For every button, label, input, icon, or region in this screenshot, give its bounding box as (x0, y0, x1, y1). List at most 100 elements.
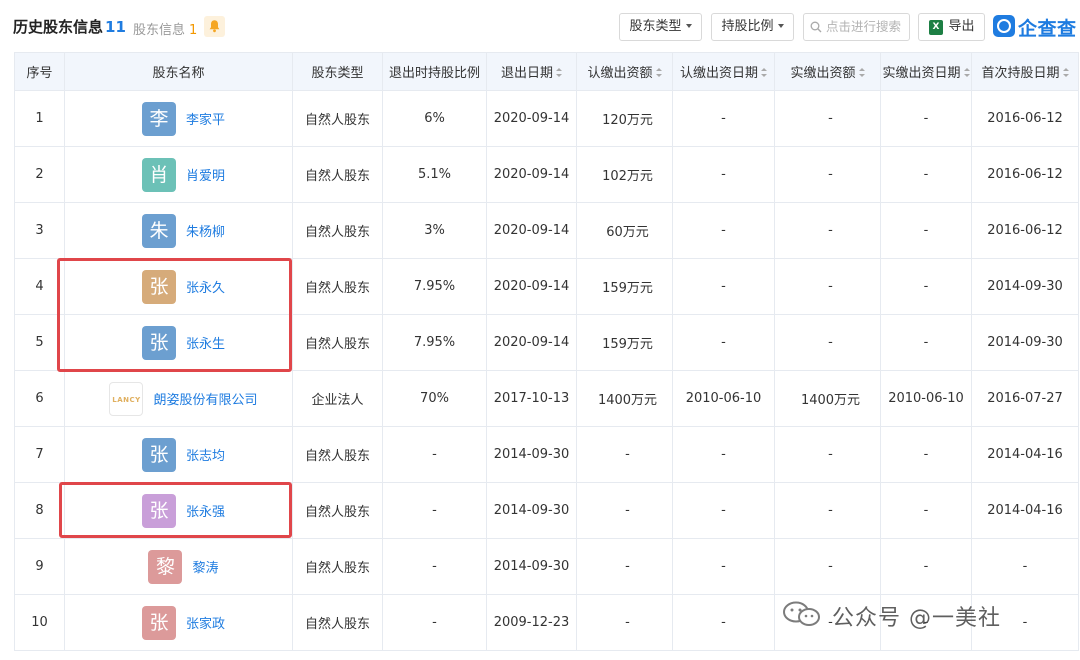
col-header-label: 退出日期 (500, 66, 553, 81)
cell-sub-amount: 120万元 (576, 90, 673, 147)
cell-sub-date: - (672, 426, 775, 483)
cell-exit-date: 2017-10-13 (486, 370, 577, 427)
cell-exit-date: 2020-09-14 (486, 90, 577, 147)
shareholder-name-link[interactable]: 张永强 (186, 501, 225, 520)
cell-sub-date: - (672, 202, 775, 259)
export-button[interactable]: X 导出 (918, 13, 985, 41)
cell-first-date: - (971, 538, 1079, 595)
col-header-label: 首次持股日期 (981, 66, 1060, 81)
cell-paid-date: - (880, 538, 972, 595)
cell-no: 10 (14, 594, 65, 651)
col-header-sub-date[interactable]: 认缴出资日期 (672, 52, 775, 91)
shareholder-name-link[interactable]: 肖爱明 (186, 165, 225, 184)
cell-sub-date: - (672, 594, 775, 651)
table-row: 5 张张永生 自然人股东 7.95% 2020-09-14 159万元 - - -2014-09… (14, 314, 1079, 371)
cell-type: 自然人股东 (292, 426, 383, 483)
col-header-label: 认缴出资日期 (679, 66, 758, 81)
col-header-first-date[interactable]: 首次持股日期 (971, 52, 1079, 91)
cell-paid-amount: - (774, 482, 881, 539)
cell-shareholder: 张张家政 (64, 594, 293, 651)
cell-sub-amount: 159万元 (576, 258, 673, 315)
cell-paid-amount: - (774, 146, 881, 203)
cell-sub-date: - (672, 90, 775, 147)
cell-exit-ratio: - (382, 594, 487, 651)
cell-no: 3 (14, 202, 65, 259)
col-header-exit-ratio: 退出时持股比例 (382, 52, 487, 91)
cell-exit-date: 2020-09-14 (486, 314, 577, 371)
cell-exit-ratio: - (382, 482, 487, 539)
search-input[interactable]: 点击进行搜索 (803, 13, 910, 41)
col-header-type: 股东类型 (292, 52, 383, 91)
toolbar: 历史股东信息 11 股东信息 1 股东类型 持股比例 点击进行搜索 X 导出 企查查 (0, 0, 1080, 52)
sort-icon[interactable] (1062, 68, 1069, 77)
tab-shareholder-info[interactable]: 股东信息 1 (133, 19, 197, 38)
cell-shareholder: 张张永久 (64, 258, 293, 315)
shareholder-name-link[interactable]: 张永久 (186, 277, 225, 296)
page-title-text: 历史股东信息 (13, 18, 104, 36)
cell-sub-amount: - (576, 594, 673, 651)
shareholder-name-link[interactable]: 张永生 (186, 333, 225, 352)
cell-sub-amount: - (576, 538, 673, 595)
share-ratio-dropdown[interactable]: 持股比例 (711, 13, 794, 41)
cell-type: 企业法人 (292, 370, 383, 427)
shareholder-name-link[interactable]: 朱杨柳 (186, 221, 225, 240)
cell-no: 9 (14, 538, 65, 595)
cell-type: 自然人股东 (292, 482, 383, 539)
sort-icon[interactable] (963, 68, 970, 77)
cell-paid-date: 2010-06-10 (880, 370, 972, 427)
cell-exit-ratio: 5.1% (382, 146, 487, 203)
cell-paid-amount: - (774, 202, 881, 259)
col-header-exit-date[interactable]: 退出日期 (486, 52, 577, 91)
cell-paid-date: - (880, 258, 972, 315)
bell-icon[interactable] (204, 16, 225, 37)
cell-type: 自然人股东 (292, 314, 383, 371)
shareholder-name-link[interactable]: 朗姿股份有限公司 (153, 389, 257, 408)
table-row: 1 李李家平 自然人股东 6% 2020-09-14 120万元 - - -2016-06-12 (14, 90, 1079, 147)
table-row: 4 张张永久 自然人股东 7.95% 2020-09-14 159万元 - - -2014-09… (14, 258, 1079, 315)
avatar: 张 (141, 605, 176, 640)
excel-icon: X (929, 20, 943, 35)
tab-shareholder-info-label: 股东信息 (133, 23, 186, 38)
cell-no: 2 (14, 146, 65, 203)
cell-sub-amount: - (576, 426, 673, 483)
cell-type: 自然人股东 (292, 146, 383, 203)
cell-first-date: 2014-04-16 (971, 482, 1079, 539)
cell-exit-ratio: 7.95% (382, 314, 487, 371)
search-icon (810, 21, 822, 33)
cell-paid-amount: - (774, 538, 881, 595)
col-header-paid-amount[interactable]: 实缴出资额 (774, 52, 881, 91)
cell-sub-amount: 102万元 (576, 146, 673, 203)
table-row: 3 朱朱杨柳 自然人股东 3% 2020-09-14 60万元 - - -2016-06-12 (14, 202, 1079, 259)
shareholder-name-link[interactable]: 张家政 (186, 613, 225, 632)
sort-icon[interactable] (761, 68, 767, 77)
cell-paid-amount: - (774, 258, 881, 315)
col-header-sub-amount[interactable]: 认缴出资额 (576, 52, 673, 91)
table-row: 9 黎黎涛 自然人股东 -2014-09-30- - - - - (14, 538, 1079, 595)
col-header-label: 认缴出资额 (587, 66, 653, 81)
cell-exit-date: 2014-09-30 (486, 426, 577, 483)
shareholder-type-dropdown[interactable]: 股东类型 (619, 13, 702, 41)
cell-paid-date: - (880, 482, 972, 539)
shareholder-name-link[interactable]: 李家平 (186, 109, 225, 128)
shareholder-name-link[interactable]: 黎涛 (192, 557, 218, 576)
sort-icon[interactable] (655, 68, 662, 77)
cell-exit-ratio: 6% (382, 90, 487, 147)
shareholder-name-link[interactable]: 张志均 (186, 445, 225, 464)
cell-paid-date: - (880, 426, 972, 483)
cell-sub-date: - (672, 314, 775, 371)
export-button-label: 导出 (948, 19, 975, 34)
cell-no: 5 (14, 314, 65, 371)
sort-icon[interactable] (858, 68, 865, 77)
col-header-paid-date[interactable]: 实缴出资日期 (880, 52, 972, 91)
cell-paid-date: - (880, 90, 972, 147)
cell-paid-amount: - (774, 314, 881, 371)
sort-icon[interactable] (556, 68, 562, 77)
cell-first-date: 2016-06-12 (971, 146, 1079, 203)
logo-icon (993, 15, 1015, 37)
col-header-label: 退出时持股比例 (388, 66, 480, 81)
cell-type: 自然人股东 (292, 90, 383, 147)
cell-no: 1 (14, 90, 65, 147)
avatar: LANCY (109, 381, 144, 416)
avatar: 张 (141, 325, 176, 360)
cell-first-date: 2016-06-12 (971, 90, 1079, 147)
